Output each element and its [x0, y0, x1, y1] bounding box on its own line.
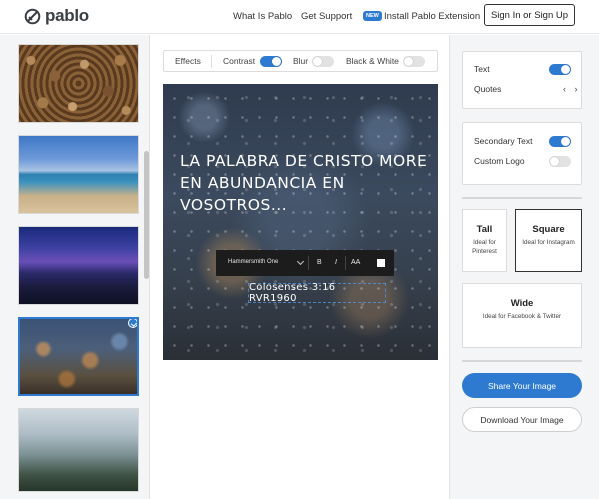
toggle-knob — [550, 157, 559, 166]
text-option-label: Text — [474, 64, 490, 74]
secondary-options-card: Secondary Text Custom Logo — [462, 122, 582, 185]
library-image-beach[interactable] — [18, 135, 139, 214]
top-header: pablo What Is Pablo Get Support NEW Inst… — [0, 0, 599, 34]
size-tall-subtitle: Ideal for Pinterest — [472, 239, 497, 255]
nav-get-support[interactable]: Get Support — [301, 11, 352, 22]
bold-button[interactable]: B — [317, 259, 322, 266]
effects-label: Effects — [175, 56, 201, 66]
image-library-sidebar — [0, 35, 150, 499]
italic-button[interactable]: I — [335, 259, 337, 266]
size-wide-option[interactable]: Wide Ideal for Facebook & Twitter — [462, 283, 582, 348]
font-size-button[interactable]: AA — [351, 259, 360, 266]
secondary-text-label: Secondary Text — [474, 136, 533, 146]
text-options-card: Text Quotes ‹ › — [462, 51, 582, 109]
size-square-title: Square — [532, 224, 565, 235]
library-image-foggy-mountains[interactable] — [18, 408, 139, 492]
toggle-knob — [561, 137, 570, 146]
fontbar-divider — [345, 256, 346, 270]
font-toolbar: Hammersmith One B I AA — [216, 250, 394, 276]
logo-pen-icon — [24, 8, 41, 24]
custom-logo-toggle[interactable] — [549, 156, 571, 167]
blur-label: Blur — [293, 56, 309, 66]
nav-what-is-pablo[interactable]: What Is Pablo — [233, 11, 292, 22]
library-image-firewood[interactable] — [18, 44, 139, 123]
library-image-rain-bokeh[interactable] — [18, 317, 139, 396]
text-toggle[interactable] — [549, 64, 571, 75]
black-white-toggle[interactable] — [403, 56, 425, 67]
quotes-arrows-icon[interactable]: ‹ › — [563, 84, 581, 94]
share-image-button[interactable]: Share Your Image — [462, 373, 582, 398]
library-image-night-town[interactable] — [18, 226, 139, 305]
blur-toggle[interactable] — [312, 56, 334, 67]
size-wide-title: Wide — [510, 298, 534, 309]
contrast-label: Contrast — [223, 56, 256, 66]
nav-install-extension[interactable]: Install Pablo Extension — [384, 11, 480, 22]
rain-drops-overlay — [163, 84, 438, 360]
image-canvas[interactable]: LA PALABRA DE CRISTO MORE EN ABUNDANCIA … — [163, 84, 438, 360]
quote-text[interactable]: LA PALABRA DE CRISTO MORE EN ABUNDANCIA … — [180, 150, 430, 216]
source-text[interactable]: Colosenses 3:16 RVR1960 — [248, 282, 386, 304]
effects-toolbar: Effects Contrast Blur Black & White — [163, 50, 438, 72]
quotes-label: Quotes — [474, 84, 502, 94]
custom-logo-label: Custom Logo — [474, 156, 525, 166]
library-scrollbar[interactable] — [144, 151, 149, 279]
secondary-text-toggle[interactable] — [549, 136, 571, 147]
download-image-button[interactable]: Download Your Image — [462, 407, 582, 432]
options-sidebar: Text Quotes ‹ › Secondary Text Custom Lo… — [449, 35, 599, 499]
new-badge: NEW — [363, 11, 382, 21]
size-square-option[interactable]: Square Ideal for Instagram — [515, 209, 582, 272]
fontbar-divider — [308, 256, 309, 270]
size-tall-title: Tall — [476, 224, 493, 235]
toggle-knob — [272, 57, 281, 66]
toggle-knob — [404, 57, 413, 66]
size-tall-option[interactable]: Tall Ideal for Pinterest — [462, 209, 507, 272]
selected-check-icon — [128, 319, 137, 328]
chevron-down-icon[interactable] — [296, 257, 305, 266]
section-divider — [462, 360, 582, 362]
black-white-label: Black & White — [346, 56, 399, 66]
size-square-subtitle: Ideal for Instagram — [522, 239, 575, 246]
text-color-swatch[interactable] — [377, 259, 385, 267]
toolbar-divider — [211, 55, 212, 68]
toggle-knob — [313, 57, 322, 66]
toggle-knob — [561, 65, 570, 74]
logo-text: pablo — [45, 6, 89, 25]
font-name-select[interactable]: Hammersmith One — [228, 259, 278, 265]
pablo-logo[interactable]: pablo — [24, 6, 89, 26]
section-divider — [462, 197, 582, 199]
contrast-toggle[interactable] — [260, 56, 282, 67]
size-wide-subtitle: Ideal for Facebook & Twitter — [482, 313, 562, 320]
sign-in-button[interactable]: Sign In or Sign Up — [484, 4, 575, 26]
